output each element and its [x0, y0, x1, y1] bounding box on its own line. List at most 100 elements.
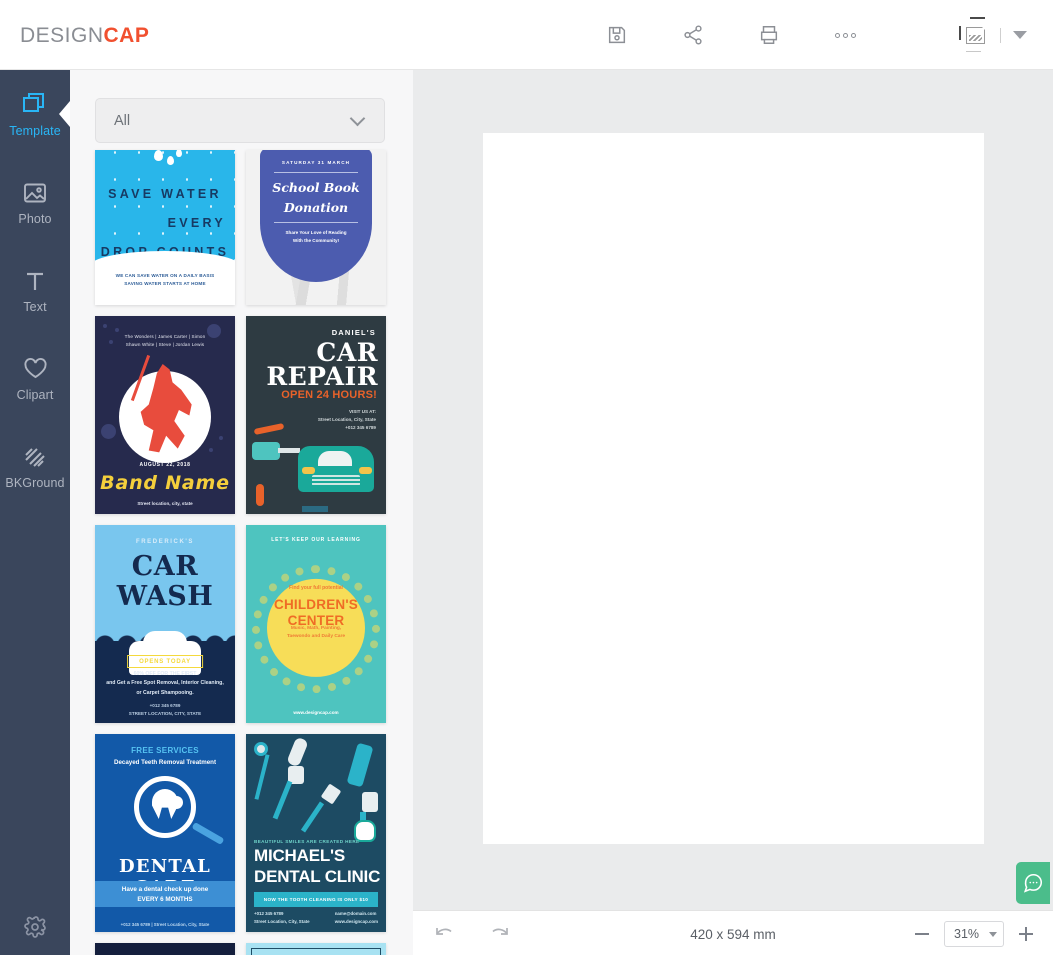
tpl-address: VISIT US AT: Street Location, City, Stat…: [318, 408, 376, 432]
template-card-school-book-donation[interactable]: SATURDAY 31 MARCH School Book Donation S…: [246, 150, 386, 305]
tpl-foot-right: name@domain.com www.designcap.com: [335, 910, 378, 926]
tpl-foot-r1: name@domain.com: [334, 911, 377, 916]
chat-support-button[interactable]: [1016, 862, 1050, 904]
tpl-foot-1: +012 345 6789: [149, 703, 181, 708]
shield-shape: SATURDAY 31 MARCH School Book Donation S…: [260, 150, 372, 282]
tpl-addr-2: Street Location, City, State: [317, 417, 376, 422]
zoom-level-value: 31%: [954, 927, 980, 941]
tool-2: [320, 783, 342, 805]
headlight-left: [302, 467, 315, 474]
tpl-body: 60% OFF FOR THE FIRST and Get a Free Spo…: [101, 670, 229, 699]
sidebar-item-template[interactable]: Template: [0, 70, 70, 158]
template-card-dental-care[interactable]: FREE SERVICES Decayed Teeth Removal Trea…: [95, 734, 235, 932]
tpl-band: Have a dental check up done EVERY 6 MONT…: [95, 881, 235, 907]
tpl-tagline: BEAUTIFUL SMILES ARE CREATED HERE: [254, 839, 360, 844]
designcap-editor: DESIGNCAP Template Photo Text Clipart BK…: [0, 0, 1053, 955]
tpl-free-services: FREE SERVICES: [131, 746, 199, 755]
template-panel: All SAVE WATER EVERY DROP COUNTS: [70, 70, 413, 955]
save-button[interactable]: [600, 18, 634, 52]
sidebar-item-label: Clipart: [16, 388, 54, 402]
category-filter-dropdown[interactable]: All: [95, 98, 385, 143]
toothbrush-handle: [272, 780, 293, 820]
tpl-title: Band Name: [100, 472, 230, 494]
tpl-foot-2: STREET LOCATION, CITY, STATE: [128, 711, 202, 716]
tpl-footer: +012 345 6789 Street Location, City, Sta…: [254, 910, 378, 926]
tpl-footer: +012 345 6789 | Street Location, City, S…: [120, 922, 210, 927]
template-card-band-name[interactable]: The Wonders | James Carter | Simon Shawn…: [95, 316, 235, 514]
template-card-partial-right[interactable]: [246, 943, 386, 955]
sidebar-item-text[interactable]: Text: [0, 246, 70, 334]
background-icon: [23, 442, 47, 468]
tpl-title-1: School Book: [272, 180, 360, 195]
top-toolbar: DESIGNCAP: [0, 0, 1053, 70]
top-tool-group: [600, 0, 862, 70]
template-card-car-wash[interactable]: FREDERICK'S CAR WASH OPENS TODAY 60% OFF…: [95, 525, 235, 723]
zoom-in-button[interactable]: [1017, 925, 1035, 943]
tpl-promo: OPEN 24 HOURS!: [281, 389, 377, 401]
chevron-down-icon[interactable]: [1013, 31, 1027, 39]
tpl-body-3: or Carpet Shampooing.: [136, 689, 194, 696]
print-button[interactable]: [752, 18, 786, 52]
tpl-top-text: LET'S KEEP OUR LEARNING: [271, 537, 361, 543]
zoom-out-button[interactable]: [913, 925, 931, 943]
heart-icon: [23, 354, 48, 380]
tpl-title-1: CHILDREN'S: [274, 597, 358, 612]
tpl-addr-1: VISIT US AT:: [348, 409, 376, 414]
template-grid[interactable]: SAVE WATER EVERY DROP COUNTS WE CAN SAVE…: [95, 150, 390, 955]
tpl-sub-1: Find your full potential: [289, 585, 343, 591]
tool-3: [362, 792, 378, 812]
magnifier-handle: [191, 821, 225, 846]
design-canvas[interactable]: [483, 133, 984, 844]
tpl-footer: +012 345 6789 STREET LOCATION, CITY, STA…: [95, 702, 235, 718]
tpl-foot-left: +012 345 6789 Street Location, City, Sta…: [254, 910, 310, 926]
account-menu[interactable]: [958, 16, 1027, 54]
tpl-lineup-1: The Wonders | James Carter | Simon: [124, 334, 206, 339]
pliers-icon: [253, 422, 285, 436]
three-dots-icon: [834, 32, 856, 38]
tpl-foot-l1: +012 345 6789: [254, 911, 284, 916]
tool-2-handle: [300, 801, 325, 833]
more-options-button[interactable]: [828, 18, 862, 52]
tool-1: [286, 736, 309, 768]
gear-icon: [24, 916, 46, 938]
app-logo[interactable]: DESIGNCAP: [20, 24, 149, 48]
tpl-lineup: The Wonders | James Carter | Simon Shawn…: [95, 333, 235, 349]
tpl-foot-l2: Street Location, City, State: [254, 919, 310, 924]
tpl-sub-2a: Music, Math, Painting,: [290, 626, 342, 631]
template-card-car-repair[interactable]: DANIEL'S CAR REPAIR OPEN 24 HOURS! VISIT…: [246, 316, 386, 514]
tpl-sub-2b: Taewondo and Daily Care: [286, 634, 346, 639]
zoom-level-select[interactable]: 31%: [944, 921, 1004, 947]
left-sidebar: Template Photo Text Clipart BKGround: [0, 70, 70, 955]
tpl-location: Street location, city, state: [137, 501, 193, 506]
tpl-foot-1: WE CAN SAVE WATER ON A DAILY BASIS: [115, 273, 215, 278]
tpl-foot-2: SAVING WATER STARTS AT HOME: [124, 281, 206, 286]
sidebar-item-bkground[interactable]: BKGround: [0, 422, 70, 510]
tpl-body-2: and Get a Free Spot Removal, Interior Cl…: [106, 680, 224, 686]
sidebar-item-clipart[interactable]: Clipart: [0, 334, 70, 422]
template-card-childrens-center[interactable]: LET'S KEEP OUR LEARNING Find your full p…: [246, 525, 386, 723]
template-card-michaels-dental-clinic[interactable]: BEAUTIFUL SMILES ARE CREATED HERE MICHAE…: [246, 734, 386, 932]
tpl-owner: DANIEL'S: [331, 328, 376, 337]
screwdriver-icon: [256, 484, 264, 506]
template-card-save-water[interactable]: SAVE WATER EVERY DROP COUNTS WE CAN SAVE…: [95, 150, 235, 305]
tpl-addr-3: +012 345 6789: [345, 425, 376, 430]
tpl-date: SATURDAY 31 MARCH: [281, 160, 351, 165]
tpl-title-2: EVERY: [167, 216, 226, 230]
tpl-title-2: REPAIR: [266, 362, 378, 391]
settings-button[interactable]: [0, 915, 70, 939]
share-button[interactable]: [676, 18, 710, 52]
tpl-band-2: EVERY 6 MONTHS: [137, 896, 193, 903]
template-card-partial-left[interactable]: [95, 943, 235, 955]
tpl-title-1: MICHAEL'S: [254, 846, 346, 865]
tpl-offer-text: NOW THE TOOTH CLEANING IS ONLY $10: [263, 897, 369, 902]
tpl-sub-2: With the Community!: [292, 238, 340, 243]
tpl-band-1: Have a dental check up done: [121, 886, 209, 893]
chevron-down-icon: [989, 931, 997, 937]
photo-icon: [23, 178, 47, 204]
mirror-handle: [254, 754, 270, 800]
sidebar-item-photo[interactable]: Photo: [0, 158, 70, 246]
sidebar-item-label: Photo: [18, 212, 52, 226]
tpl-title-2: WASH: [116, 581, 214, 612]
tpl-free-sub: Decayed Teeth Removal Treatment: [113, 759, 217, 766]
tpl-title-1: CAR: [131, 551, 199, 582]
